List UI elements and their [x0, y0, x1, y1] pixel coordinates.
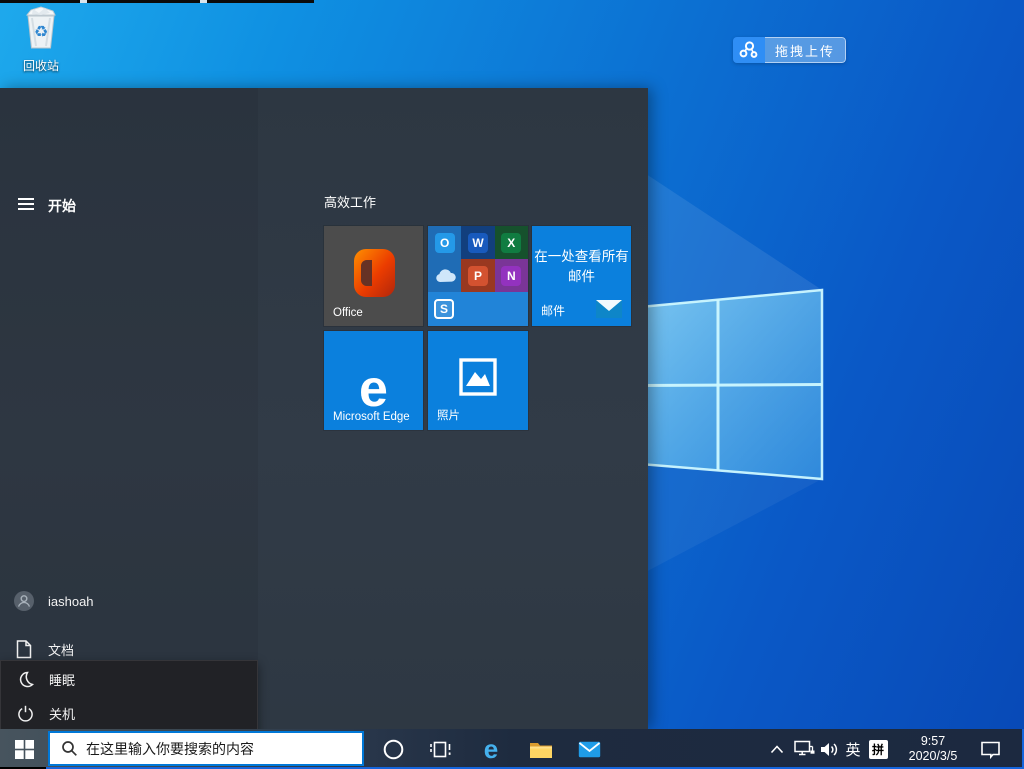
mail-tile-text: 在一处查看所有 邮件 — [532, 247, 631, 287]
svg-text:♻: ♻ — [34, 24, 48, 41]
start-menu: 开始 高效工作 Office O W — [0, 88, 648, 729]
onenote-icon: N — [501, 266, 521, 286]
netdisk-logo-icon — [733, 37, 765, 63]
search-input[interactable] — [86, 741, 362, 757]
tile-microsoft-edge[interactable]: e Microsoft Edge — [324, 331, 423, 430]
tile-group-title[interactable]: 高效工作 — [324, 192, 376, 211]
clock-date: 2020/3/5 — [909, 749, 958, 764]
recycle-bin-label: 回收站 — [12, 57, 70, 74]
document-icon — [14, 640, 34, 659]
edge-icon: e — [484, 736, 498, 762]
volume-icon — [820, 741, 840, 758]
documents-label: 文档 — [48, 640, 74, 659]
user-name: iashoah — [48, 594, 94, 609]
edge-taskbar-button[interactable]: e — [474, 729, 508, 769]
shutdown-power-icon — [15, 705, 35, 722]
outlook-icon: O — [435, 233, 455, 253]
excel-mini-tile[interactable]: X — [495, 226, 528, 259]
sleep-menu-item[interactable]: 睡眠 — [1, 663, 257, 695]
powerpoint-icon: P — [468, 266, 488, 286]
sleep-label: 睡眠 — [49, 670, 75, 689]
screen: ♻ 回收站 拖拽上传 开始 高效工作 — [0, 0, 1024, 769]
edge-logo-icon: e — [359, 369, 388, 409]
top-edge-tick — [200, 0, 207, 3]
skype-icon: S — [434, 299, 454, 319]
edge-tile-label: Microsoft Edge — [333, 411, 410, 423]
tile-photos[interactable]: 照片 — [428, 331, 528, 430]
top-edge-tick — [80, 0, 87, 3]
skype-mini-tile[interactable]: S — [428, 292, 528, 326]
onedrive-cloud-icon — [434, 268, 456, 284]
taskbar-search-box[interactable] — [48, 731, 364, 766]
photos-icon — [458, 357, 498, 397]
task-view-icon — [430, 740, 451, 759]
language-indicator[interactable]: 英 — [840, 729, 866, 769]
taskbar-clock[interactable]: 9:57 2020/3/5 — [897, 729, 969, 769]
mail-icon — [578, 741, 601, 758]
start-menu-expand-button[interactable] — [10, 189, 42, 219]
mail-taskbar-button[interactable] — [572, 729, 606, 769]
cortana-button[interactable] — [376, 729, 410, 769]
recycle-bin-icon: ♻ — [19, 5, 63, 51]
powerpoint-mini-tile[interactable]: P — [461, 259, 494, 292]
mail-tile-line2: 邮件 — [532, 267, 631, 287]
tile-mail[interactable]: 在一处查看所有 邮件 邮件 — [532, 226, 631, 326]
network-tray-button[interactable] — [790, 729, 818, 769]
word-mini-tile[interactable]: W — [461, 226, 494, 259]
network-icon — [794, 740, 815, 758]
ime-indicator[interactable]: 拼 — [864, 729, 892, 769]
shutdown-label: 关机 — [49, 704, 75, 723]
excel-icon: X — [501, 233, 521, 253]
hamburger-icon — [18, 195, 34, 213]
start-button[interactable] — [4, 729, 44, 769]
mail-tile-label: 邮件 — [541, 302, 565, 319]
action-center-icon — [980, 740, 1001, 759]
start-menu-title: 开始 — [48, 196, 76, 216]
language-label: 英 — [845, 739, 860, 760]
tile-office-apps-group[interactable]: O W X P N S — [428, 226, 528, 326]
outlook-mini-tile[interactable]: O — [428, 226, 461, 259]
mail-tile-line1: 在一处查看所有 — [532, 247, 631, 267]
drag-upload-label: 拖拽上传 — [765, 37, 846, 63]
word-icon: W — [468, 233, 488, 253]
chevron-up-icon — [770, 745, 784, 754]
photos-tile-label: 照片 — [437, 407, 460, 423]
top-edge-artifact — [0, 0, 314, 3]
search-icon — [61, 740, 78, 757]
sleep-moon-icon — [15, 671, 35, 688]
tray-expand-button[interactable] — [764, 729, 790, 769]
user-avatar — [14, 591, 34, 611]
drag-upload-widget[interactable]: 拖拽上传 — [733, 37, 846, 63]
office-logo-icon — [352, 248, 396, 298]
clock-time: 9:57 — [921, 734, 945, 749]
user-button[interactable]: iashoah — [0, 584, 258, 618]
task-view-button[interactable] — [424, 729, 456, 769]
onenote-mini-tile[interactable]: N — [495, 259, 528, 292]
mail-envelope-icon — [596, 300, 622, 318]
taskbar: e — [0, 729, 1024, 769]
recycle-bin-desktop-icon[interactable]: ♻ 回收站 — [12, 5, 70, 74]
tile-office-label: Office — [333, 307, 363, 319]
windows-logo-icon — [15, 740, 34, 759]
onedrive-mini-tile[interactable] — [428, 259, 461, 292]
file-explorer-button[interactable] — [524, 729, 558, 769]
cortana-icon — [383, 739, 404, 760]
tile-office[interactable]: Office — [324, 226, 423, 326]
ime-pinyin-icon: 拼 — [869, 740, 888, 759]
shutdown-menu-item[interactable]: 关机 — [1, 697, 257, 729]
action-center-button[interactable] — [974, 729, 1006, 769]
folder-icon — [529, 740, 553, 759]
